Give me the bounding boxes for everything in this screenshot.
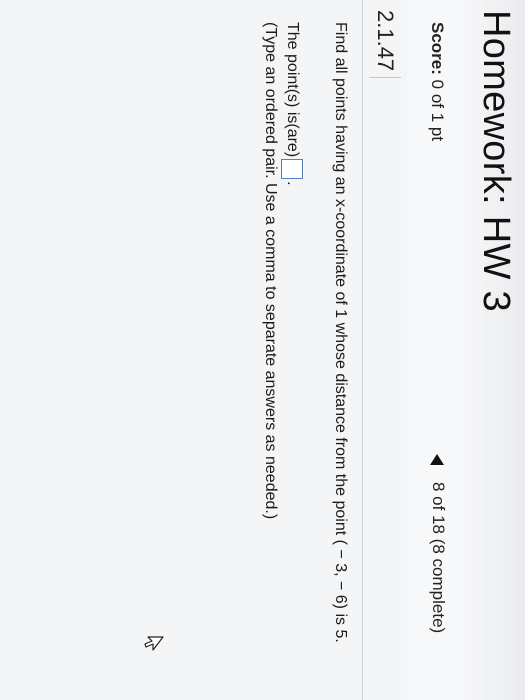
page-header: Homework: HW 3 [464,0,525,700]
question-progress: 8 of 18 (8 complete) [429,482,448,634]
question-prompt: Find all points having an x-coordinate o… [332,22,349,643]
score-bar: Score: 0 of 1 pt 8 of 18 (8 complete) [406,0,465,700]
left-triangle-icon[interactable] [427,450,447,470]
homework-page: Homework: HW 3 Score: 0 of 1 pt 8 of 18 … [0,0,525,700]
page-title: Homework: HW 3 [475,10,517,312]
score-label: Score: [428,22,447,75]
score-display: Score: 0 of 1 pt [427,22,447,141]
question-number: 2.1.47 [369,10,401,79]
mouse-pointer-icon [144,636,164,651]
answer-prefix: The point(s) is(are) [284,22,301,158]
answer-instructions: (Type an ordered pair. Use a comma to se… [262,22,279,520]
answer-suffix: . [284,181,301,186]
score-value: 0 of 1 pt [428,79,447,142]
question-number-bar: 2.1.47 [362,0,407,700]
answer-line: The point(s) is(are) . [281,22,303,186]
photo-viewport: Homework: HW 3 Score: 0 of 1 pt 8 of 18 … [0,0,525,700]
answer-input[interactable] [281,159,303,180]
